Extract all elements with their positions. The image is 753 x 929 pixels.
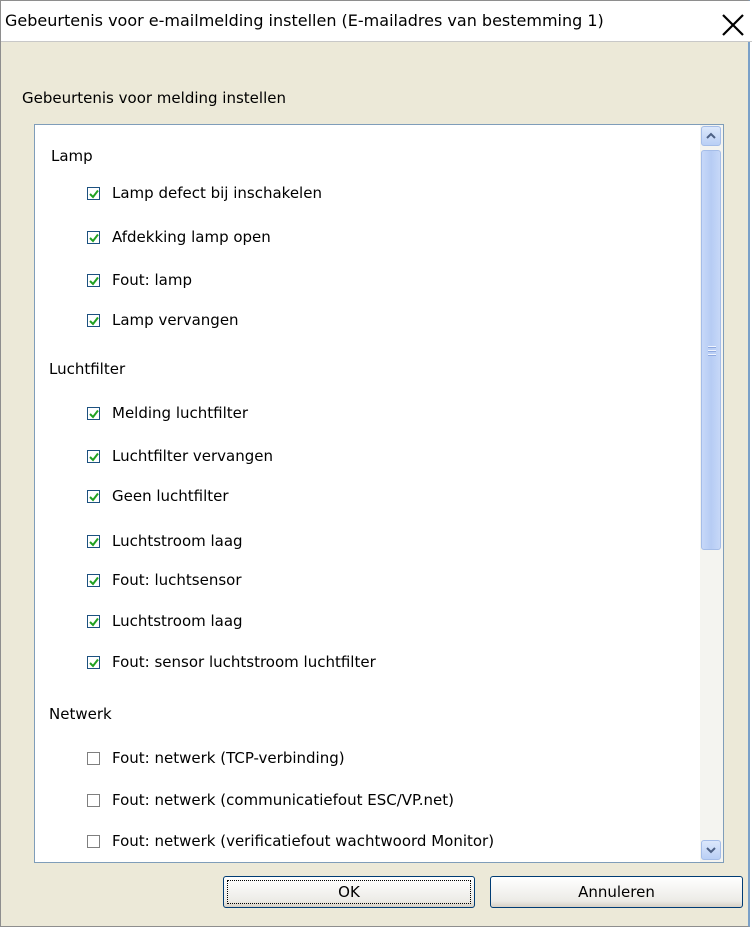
checkbox[interactable] [87, 793, 100, 807]
checkbox-label: Fout: netwerk (verificatiefout wachtwoor… [112, 832, 495, 850]
checkbox-label: Geen luchtfilter [112, 487, 229, 505]
checkbox-label: Fout: sensor luchtstroom luchtfilter [112, 653, 376, 671]
checkbox[interactable] [87, 534, 100, 548]
focus-rect [227, 880, 471, 904]
checkbox-label: Afdekking lamp open [112, 228, 271, 246]
checkbox-row[interactable]: Fout: netwerk (TCP-verbinding) [87, 747, 345, 769]
checkbox-row[interactable]: Luchtstroom laag [87, 530, 243, 552]
checkbox[interactable] [87, 834, 100, 848]
checkbox-row[interactable]: Fout: netwerk (verificatiefout wachtwoor… [87, 830, 494, 852]
checkbox-label: Fout: netwerk (communicatiefout ESC/VP.n… [112, 791, 454, 809]
checkbox-row[interactable]: Fout: lamp [87, 269, 192, 291]
group-label-luchtfilter: Luchtfilter [49, 360, 126, 378]
cancel-button[interactable]: Annuleren [490, 876, 743, 908]
checkbox-row[interactable]: Melding luchtfilter [87, 402, 248, 424]
checkbox-label: Luchtstroom laag [112, 532, 243, 550]
dialog-window: Gebeurtenis voor e-mailmelding instellen… [0, 0, 752, 927]
close-button[interactable] [718, 10, 748, 40]
checkbox-row[interactable]: Afdekking lamp open [87, 226, 271, 248]
dialog-title: Gebeurtenis voor e-mailmelding instellen… [5, 11, 604, 30]
checkbox-row[interactable]: Lamp vervangen [87, 309, 239, 331]
group-label-netwerk: Netwerk [49, 705, 112, 723]
cancel-button-label: Annuleren [578, 883, 655, 901]
checkbox-row[interactable]: Luchtfilter vervangen [87, 445, 273, 467]
event-list[interactable]: Lamp Lamp defect bij inschakelen Afdekki… [34, 124, 724, 863]
checkbox[interactable] [87, 573, 100, 587]
checkbox-label: Melding luchtfilter [112, 404, 249, 422]
checkbox[interactable] [87, 489, 100, 503]
checkbox-label: Lamp defect bij inschakelen [112, 184, 322, 202]
checkbox-label: Luchtstroom laag [112, 612, 243, 630]
checkbox[interactable] [87, 655, 100, 669]
group-label-lamp: Lamp [51, 147, 93, 165]
checkbox-label: Fout: netwerk (TCP-verbinding) [112, 749, 345, 767]
checkbox[interactable] [87, 406, 100, 420]
checkbox[interactable] [87, 449, 100, 463]
checkbox-row[interactable]: Lamp defect bij inschakelen [87, 182, 322, 204]
checkbox-row[interactable]: Geen luchtfilter [87, 485, 229, 507]
checkbox[interactable] [87, 273, 100, 287]
checkbox-row[interactable]: Fout: sensor luchtstroom luchtfilter [87, 651, 376, 673]
title-bar: Gebeurtenis voor e-mailmelding instellen… [1, 1, 752, 42]
checkbox-row[interactable]: Fout: luchtsensor [87, 569, 242, 591]
checkbox-label: Fout: luchtsensor [112, 571, 242, 589]
checkbox-label: Luchtfilter vervangen [112, 447, 274, 465]
scroll-down-button[interactable] [701, 840, 721, 860]
checkbox[interactable] [87, 614, 100, 628]
close-icon [722, 14, 744, 36]
scroll-thumb[interactable] [701, 150, 721, 550]
scroll-up-button[interactable] [701, 126, 721, 146]
checkbox[interactable] [87, 751, 100, 765]
checkbox-row[interactable]: Luchtstroom laag [87, 610, 243, 632]
checkbox-row[interactable]: Fout: netwerk (communicatiefout ESC/VP.n… [87, 789, 454, 811]
checkbox[interactable] [87, 186, 100, 200]
checkbox-label: Fout: lamp [112, 271, 192, 289]
vertical-scrollbar[interactable] [700, 125, 723, 862]
chevron-down-icon [706, 847, 716, 854]
chevron-up-icon [706, 132, 716, 139]
checkbox[interactable] [87, 230, 100, 244]
checkbox[interactable] [87, 313, 100, 327]
grip-icon [708, 346, 716, 358]
section-caption: Gebeurtenis voor melding instellen [22, 89, 286, 107]
checkbox-label: Lamp vervangen [112, 311, 239, 329]
ok-button[interactable]: OK [223, 876, 475, 908]
